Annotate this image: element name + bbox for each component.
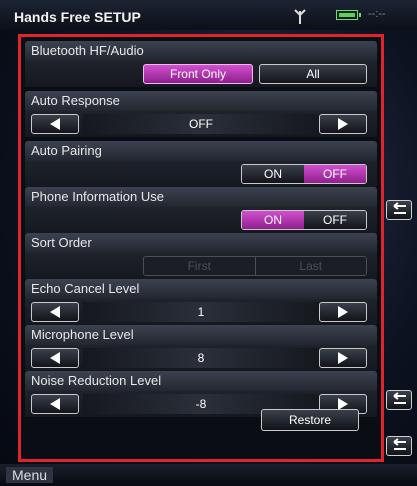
page-title: Hands Free SETUP [14, 9, 141, 25]
bottom-bar: Menu [0, 464, 417, 486]
phone-information-use-label: Phone Information Use [25, 187, 377, 207]
sort-order-label: Sort Order [25, 233, 377, 253]
sort-order-selector: First Last [143, 256, 367, 276]
settings-panel: Bluetooth HF/Audio Front Only All Auto R… [18, 34, 384, 462]
return-arrow-icon [393, 202, 406, 214]
microphone-level-value: 8 [83, 348, 319, 368]
echo-cancel-level-section: Echo Cancel Level 1 [25, 279, 377, 325]
microphone-level-section: Microphone Level 8 [25, 325, 377, 371]
sort-order-last-option: Last [254, 257, 366, 275]
auto-response-value: OFF [83, 114, 319, 134]
microphone-decrease-button[interactable] [31, 348, 79, 368]
restore-button[interactable]: Restore [261, 409, 359, 431]
return-button-3[interactable] [386, 436, 412, 456]
all-button[interactable]: All [259, 64, 367, 84]
echo-cancel-increase-button[interactable] [319, 302, 367, 322]
noise-reduction-level-label: Noise Reduction Level [25, 371, 377, 391]
echo-cancel-decrease-button[interactable] [31, 302, 79, 322]
return-button-1[interactable] [386, 200, 412, 220]
auto-pairing-label: Auto Pairing [25, 141, 377, 161]
auto-pairing-on-option[interactable]: ON [242, 165, 304, 183]
microphone-level-label: Microphone Level [25, 325, 377, 345]
bluetooth-hf-audio-section: Bluetooth HF/Audio Front Only All [25, 41, 377, 87]
phone-information-use-section: Phone Information Use ON OFF [25, 187, 377, 233]
microphone-increase-button[interactable] [319, 348, 367, 368]
echo-cancel-level-label: Echo Cancel Level [25, 279, 377, 299]
phone-information-use-off-option[interactable]: OFF [304, 211, 366, 229]
auto-pairing-section: Auto Pairing ON OFF [25, 141, 377, 187]
signal-antenna-icon [294, 9, 306, 24]
top-bar: Hands Free SETUP --:-- [0, 0, 417, 30]
front-only-button[interactable]: Front Only [143, 64, 253, 84]
clock: --:-- [368, 8, 386, 20]
auto-response-decrease-button[interactable] [31, 114, 79, 134]
auto-pairing-toggle[interactable]: ON OFF [241, 164, 367, 184]
phone-information-use-on-option[interactable]: ON [242, 211, 304, 229]
sort-order-section: Sort Order First Last [25, 233, 377, 279]
phone-information-use-toggle[interactable]: ON OFF [241, 210, 367, 230]
bluetooth-hf-audio-label: Bluetooth HF/Audio [25, 41, 377, 61]
echo-cancel-level-value: 1 [83, 302, 319, 322]
menu-button[interactable]: Menu [6, 467, 54, 483]
auto-pairing-off-option[interactable]: OFF [304, 165, 366, 183]
return-arrow-icon [393, 392, 406, 404]
return-arrow-icon [393, 438, 406, 450]
auto-response-section: Auto Response OFF [25, 91, 377, 137]
sort-order-first-option: First [144, 257, 255, 275]
auto-response-label: Auto Response [25, 91, 377, 111]
auto-response-increase-button[interactable] [319, 114, 367, 134]
noise-reduction-decrease-button[interactable] [31, 394, 79, 414]
battery-icon [336, 10, 361, 20]
return-button-2[interactable] [386, 390, 412, 410]
